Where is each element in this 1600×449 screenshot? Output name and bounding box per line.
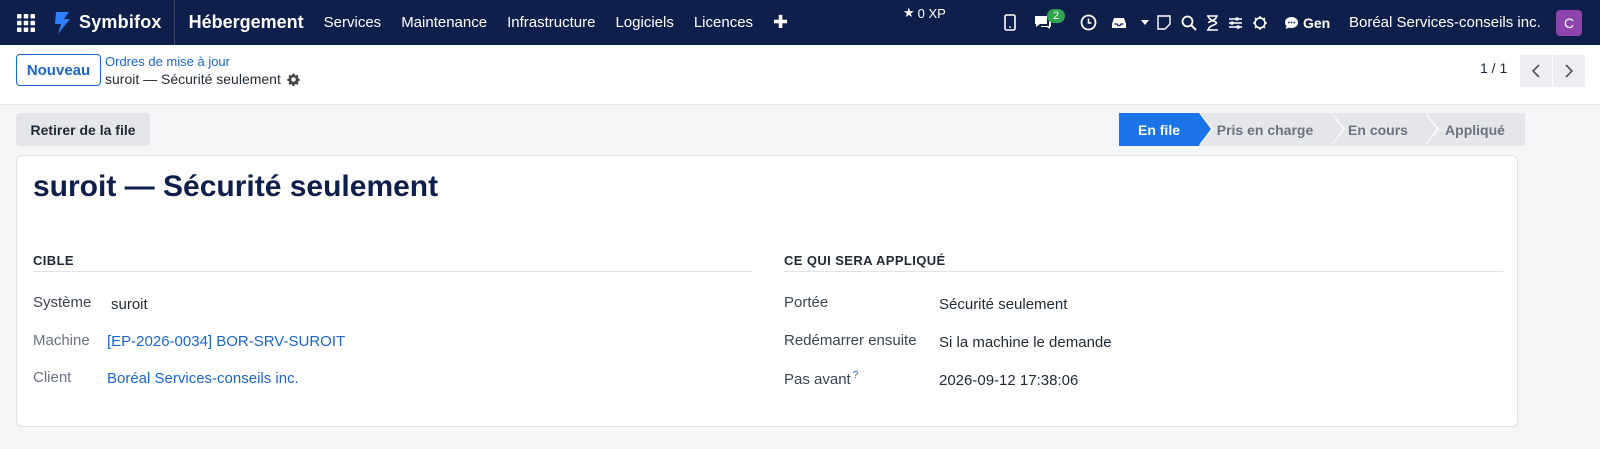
menu-item-services[interactable]: Services (314, 14, 392, 31)
phone-icon[interactable] (1004, 0, 1016, 45)
stage-applique[interactable]: Appliqué (1425, 113, 1525, 146)
hourglass-icon[interactable] (1206, 0, 1219, 45)
brand-logo-icon (55, 11, 70, 34)
bug-icon[interactable] (1252, 0, 1268, 45)
company-switcher[interactable]: Boréal Services-conseils inc. (1349, 0, 1541, 45)
apps-menu-icon[interactable] (0, 0, 52, 45)
menu-item-logiciels[interactable]: Logiciels (605, 14, 683, 31)
breadcrumb-current-label: suroit — Sécurité seulement (105, 71, 281, 87)
avatar: C (1556, 9, 1582, 36)
status-bar: En file Pris en charge En cours Appliqué (1119, 113, 1525, 146)
new-button[interactable]: Nouveau (16, 54, 101, 86)
stage-label: Pris en charge (1216, 121, 1314, 138)
group-applied-heading: CE QUI SERA APPLIQUÉ (784, 253, 1503, 272)
breadcrumb: Ordres de mise à jour suroit — Sécurité … (105, 53, 300, 88)
chevron-left-icon (1531, 64, 1540, 78)
pager-next-button[interactable] (1553, 55, 1585, 87)
brand[interactable]: Symbifox (52, 0, 175, 45)
note-icon[interactable] (1157, 0, 1171, 45)
stage-pris-en-charge[interactable]: Pris en charge (1199, 113, 1345, 146)
reboot-label: Redémarrer ensuite (784, 332, 917, 349)
add-menu-icon[interactable]: ✚ (763, 12, 798, 33)
stage-label: En cours (1348, 121, 1408, 138)
gen-label: Gen (1303, 14, 1331, 31)
app-title[interactable]: Hébergement (189, 12, 304, 33)
stage-label: En file (1137, 121, 1180, 138)
breadcrumb-current: suroit — Sécurité seulement (105, 70, 300, 88)
client-link[interactable]: Boréal Services-conseils inc. (107, 370, 299, 387)
menu-item-maintenance[interactable]: Maintenance (391, 14, 497, 31)
system-value[interactable]: suroit (111, 296, 148, 313)
inbox-icon[interactable] (1111, 0, 1127, 45)
machine-label: Machine (33, 332, 90, 349)
clock-icon[interactable] (1080, 0, 1097, 45)
system-label: Système (33, 294, 92, 311)
help-tooltip-icon[interactable]: ? (853, 370, 859, 381)
chevron-right-icon (1565, 64, 1574, 78)
gear-icon[interactable] (287, 73, 300, 86)
xp-value: 0 XP (917, 5, 946, 21)
pager-previous-button[interactable] (1520, 55, 1552, 87)
messages-badge: 2 (1047, 9, 1066, 23)
search-icon[interactable] (1181, 0, 1197, 45)
client-label: Client (33, 369, 72, 386)
stage-label: Appliqué (1445, 121, 1505, 138)
breadcrumb-parent-link[interactable]: Ordres de mise à jour (105, 53, 300, 70)
group-target-heading: CIBLE (33, 253, 752, 272)
chat-gen-button[interactable]: Gen (1284, 0, 1330, 45)
stage-en-cours[interactable]: En cours (1331, 113, 1439, 146)
machine-link[interactable]: [EP-2026-0034] BOR-SRV-SUROIT (107, 333, 345, 350)
record-title: suroit — Sécurité seulement (33, 170, 439, 203)
top-navbar: Symbifox Hébergement Services Maintenanc… (0, 0, 1600, 45)
grid-icon (17, 13, 35, 32)
chevron-down-icon[interactable] (1141, 0, 1149, 45)
xp-indicator[interactable]: ★ 0 XP (903, 5, 946, 21)
not-before-label-wrap: Pas avant? (784, 370, 858, 388)
star-icon: ★ (903, 5, 915, 20)
not-before-value[interactable]: 2026-09-12 17:38:06 (939, 372, 1078, 389)
pager-value[interactable]: 1 / 1 (1480, 60, 1507, 76)
control-panel: Nouveau Ordres de mise à jour suroit — S… (0, 45, 1600, 105)
sliders-icon[interactable] (1228, 0, 1243, 45)
reboot-value[interactable]: Si la machine le demande (939, 334, 1112, 351)
messages-icon[interactable]: 2 (1033, 0, 1066, 45)
dequeue-button[interactable]: Retirer de la file (16, 113, 150, 146)
menu-item-licences[interactable]: Licences (684, 14, 763, 31)
chat-icon (1285, 16, 1298, 29)
not-before-label: Pas avant (784, 371, 851, 388)
stage-en-file[interactable]: En file (1119, 113, 1213, 146)
form-sheet: suroit — Sécurité seulement CIBLE Systèm… (16, 155, 1518, 427)
brand-name: Symbifox (79, 12, 162, 32)
user-menu[interactable]: C (1556, 0, 1582, 45)
company-name: Boréal Services-conseils inc. (1349, 14, 1541, 31)
menu-item-infrastructure[interactable]: Infrastructure (497, 14, 605, 31)
scope-value[interactable]: Sécurité seulement (939, 296, 1067, 313)
scope-label: Portée (784, 294, 829, 311)
main-menu: Services Maintenance Infrastructure Logi… (314, 12, 798, 33)
